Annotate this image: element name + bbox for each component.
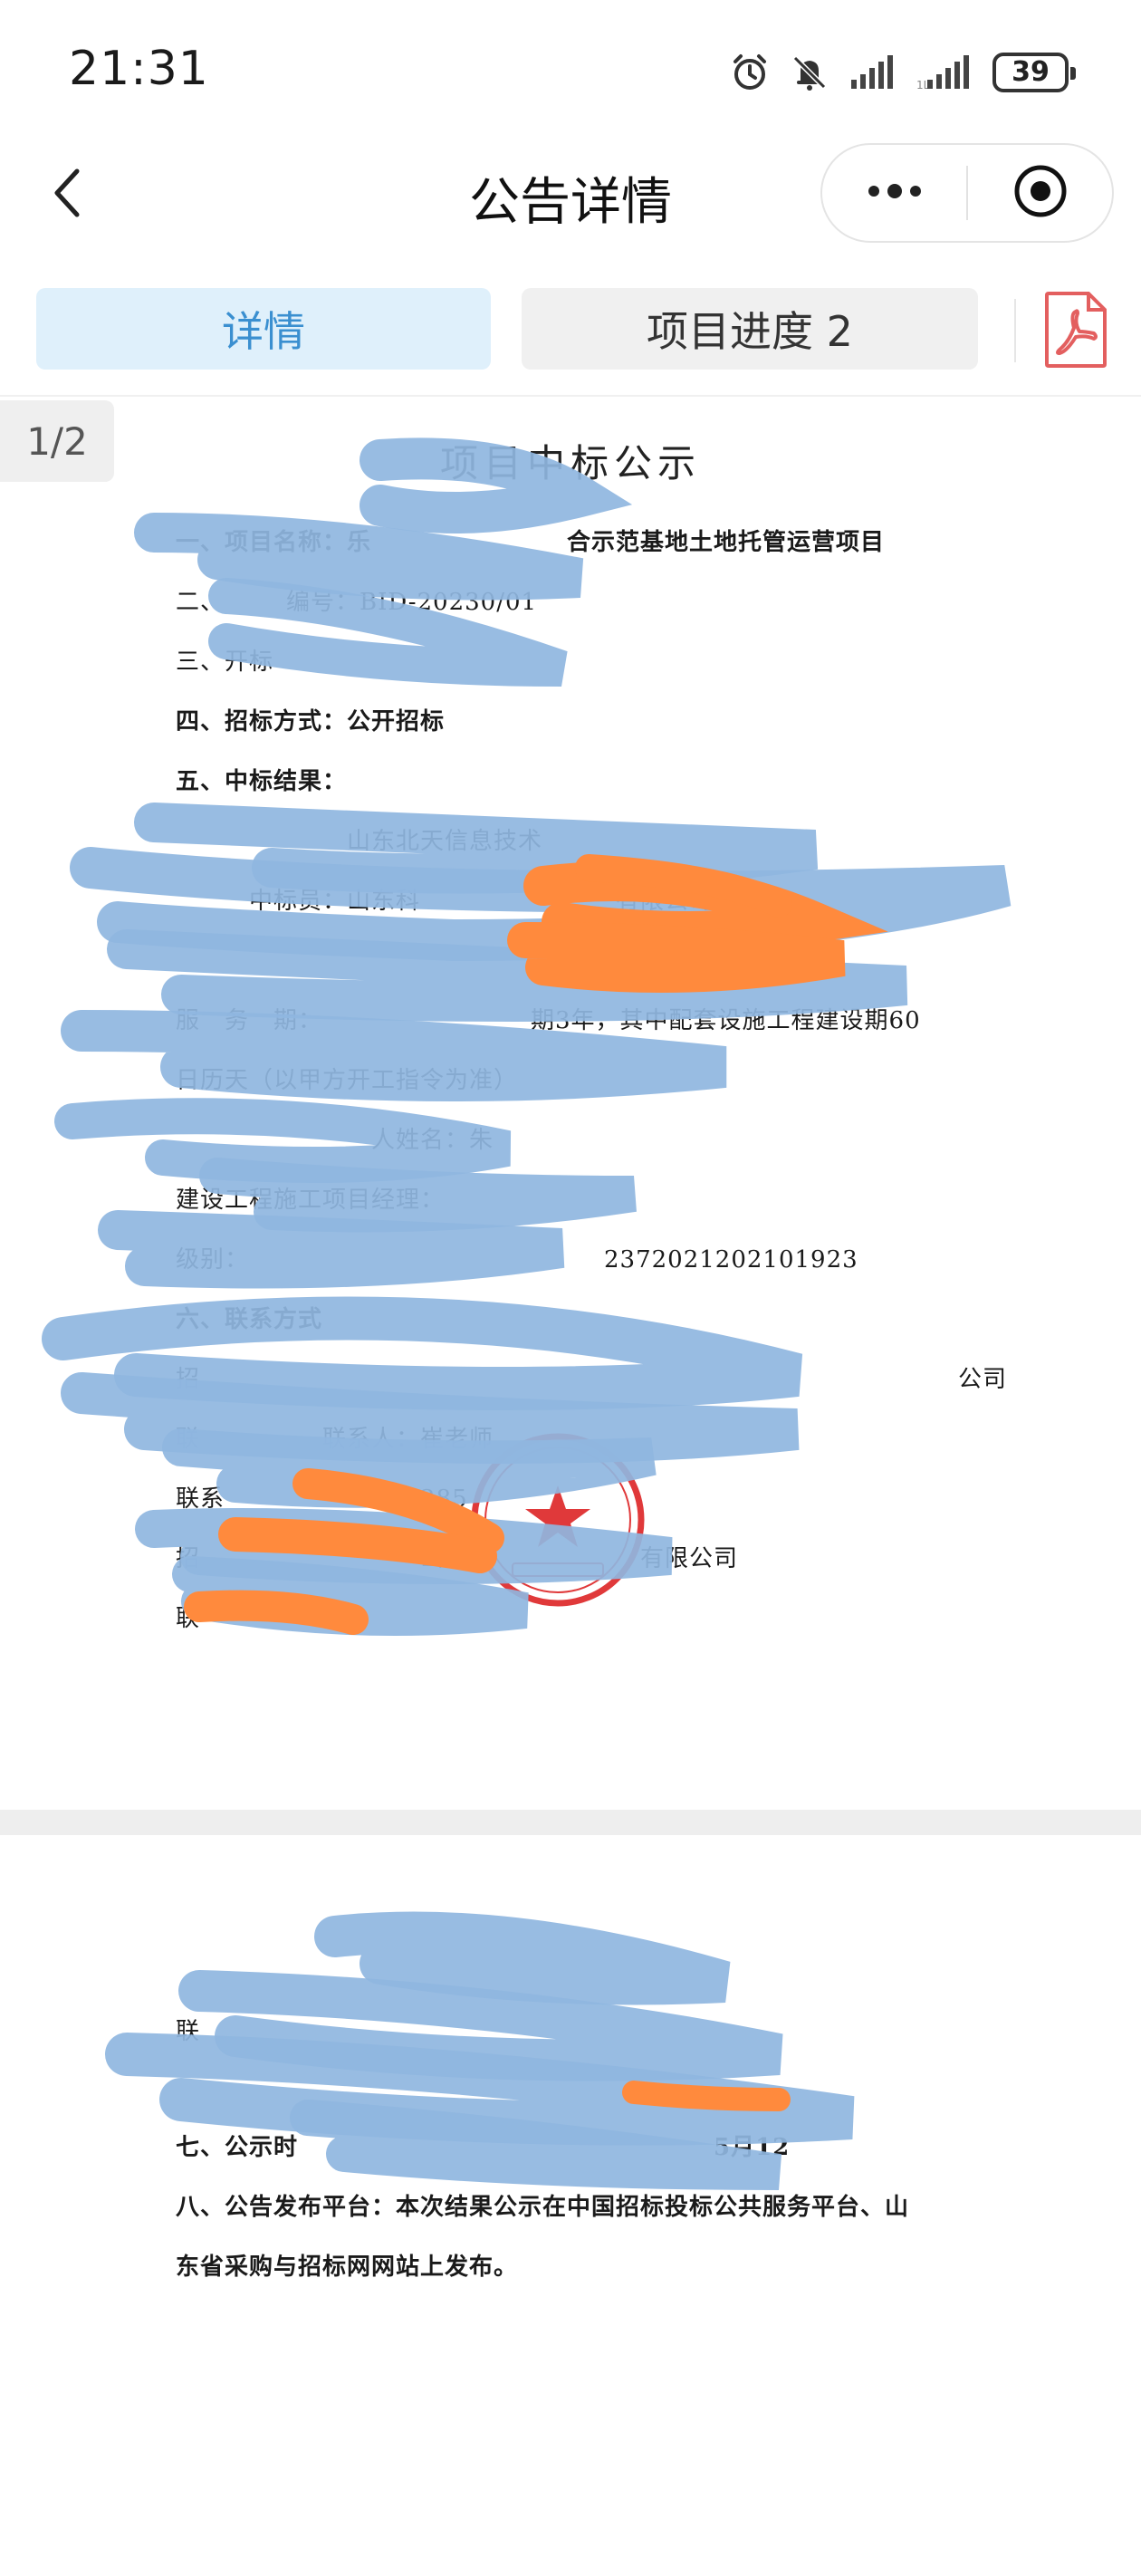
signal-icon: 1L: [916, 54, 973, 91]
page-indicator: 1/2: [0, 400, 114, 482]
nav-bar: 公告详情: [0, 136, 1141, 254]
document-line: 六、联系方式: [176, 1306, 323, 1333]
more-button[interactable]: [822, 145, 966, 241]
document-viewer[interactable]: 1/2 项目中标公示 一、项目名称：乐 合示范基地土地托管运营项目 二、 编号：B…: [0, 395, 1141, 2576]
battery-icon: 39: [992, 53, 1076, 92]
document-line: 山东北天信息技术: [176, 828, 543, 855]
more-dots-icon: [865, 182, 925, 204]
document-line: 服 务 期： 期3年，其中配套设施工程建设期60: [176, 1007, 921, 1034]
tab-detail[interactable]: 详情: [36, 288, 491, 370]
document-line: 联: [176, 1605, 250, 1632]
document-title: 项目中标公示: [439, 441, 701, 485]
document-line: 招 公司: [176, 1366, 1008, 1393]
alarm-icon: [730, 53, 770, 92]
document-line: 联: [176, 2018, 690, 2045]
document-line: 联 联系人：崔老师: [176, 1426, 494, 1453]
mute-bell-icon: [790, 53, 829, 92]
document-line: 东省采购与招标网网站上发布。: [176, 2254, 519, 2281]
status-time: 21:31: [69, 42, 209, 96]
document-page-2: 联 七、公示时 5月12 八、公告发布平台：本次结果公示在中国招标投标公共服务平台…: [0, 1835, 1141, 2576]
document-line: 八、公告发布平台：本次结果公示在中国招标投标公共服务平台、山: [176, 2194, 910, 2221]
document-line: 中标员：山东科 有限公司: [176, 888, 714, 915]
company-seal: [467, 1429, 648, 1610]
app-screen: 21:31 1L 39 公告详情 详情 项目进度 2 1/2 项目中标公示 一、…: [0, 0, 1141, 2576]
status-icons: 1L 39: [730, 45, 1076, 100]
status-bar: 21:31 1L 39: [0, 0, 1141, 136]
page-separator: [0, 1810, 1141, 1835]
document-line: 四、招标方式：公开招标: [176, 708, 446, 735]
tab-bar: 详情 项目进度 2: [0, 288, 1141, 373]
document-line: 级别： 2372021202101923: [176, 1246, 858, 1274]
signal-icon: [849, 54, 896, 91]
document-line: 二、 编号：BID-20230/01: [176, 589, 538, 616]
pdf-button[interactable]: [1043, 292, 1108, 368]
document-line: 三、开标: [176, 649, 397, 676]
document-line: 招 山 有限公司: [176, 1545, 739, 1572]
tab-project-progress[interactable]: 项目进度 2: [522, 288, 978, 370]
close-mini-program-button[interactable]: [968, 145, 1112, 241]
document-line: 人姓名：朱: [176, 1127, 543, 1154]
document-line: 联系 285: [176, 1485, 468, 1513]
document-line: 五、中标结果：: [176, 768, 348, 795]
document-line: 建设工程施工项目经理：: [176, 1187, 446, 1214]
document-line: 一、项目名称：乐 合示范基地土地托管运营项目: [176, 529, 886, 556]
target-icon: [1012, 163, 1069, 223]
tab-divider: [1014, 299, 1016, 362]
document-line: 七、公示时 5月12: [176, 2134, 791, 2161]
pdf-icon: [1043, 292, 1108, 371]
battery-level: 39: [1012, 56, 1050, 88]
mini-program-capsule: [820, 143, 1114, 243]
document-page-1: 项目中标公示 一、项目名称：乐 合示范基地土地托管运营项目 二、 编号：BID-2…: [0, 397, 1141, 1810]
document-line: 日历天（以甲方开工指令为准）: [176, 1067, 519, 1094]
